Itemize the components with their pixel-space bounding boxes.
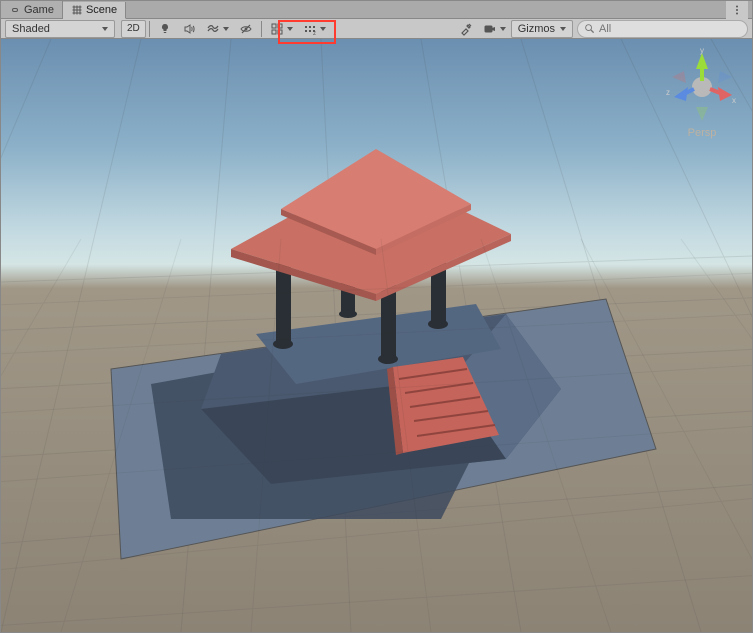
gizmos-label: Gizmos <box>518 23 555 35</box>
tabbar: Game Scene <box>1 1 752 19</box>
gizmos-dropdown[interactable]: Gizmos <box>511 20 573 38</box>
snap-icon: z <box>303 22 317 36</box>
tab-menu-button[interactable] <box>726 1 748 19</box>
shading-mode-label: Shaded <box>12 23 50 35</box>
sky-background <box>1 39 752 632</box>
search-icon <box>584 23 595 34</box>
2d-label: 2D <box>127 23 140 34</box>
search-field[interactable] <box>577 20 748 38</box>
snap-grid-icon <box>270 22 284 36</box>
chevron-down-icon <box>287 27 293 31</box>
hidden-toggle[interactable] <box>234 20 258 38</box>
menu-icon <box>731 4 743 16</box>
tab-game-label: Game <box>24 4 54 16</box>
tab-scene-label: Scene <box>86 4 117 16</box>
axis-x-label: x <box>732 96 736 105</box>
grid-snap-dropdown[interactable] <box>265 20 298 38</box>
audio-icon <box>182 22 196 36</box>
axis-y-label: y <box>700 47 704 55</box>
scene-window: Game Scene Shaded 2D <box>0 0 753 633</box>
chevron-down-icon <box>223 27 229 31</box>
camera-icon <box>483 22 497 36</box>
lighting-toggle[interactable] <box>153 20 177 38</box>
shading-mode-dropdown[interactable]: Shaded <box>5 20 115 38</box>
chevron-down-icon <box>560 27 566 31</box>
projection-label: Persp <box>662 127 742 139</box>
camera-dropdown[interactable] <box>478 20 511 38</box>
separator <box>261 21 262 37</box>
orientation-gizmo-svg: y x z <box>662 47 742 127</box>
hidden-icon <box>239 22 253 36</box>
snap-increment-dropdown[interactable]: z <box>298 20 331 38</box>
2d-toggle[interactable]: 2D <box>121 20 146 38</box>
tab-game[interactable]: Game <box>1 1 63 18</box>
tools-icon <box>459 22 473 36</box>
search-input[interactable] <box>599 23 741 35</box>
effects-icon <box>206 22 220 36</box>
chevron-down-icon <box>500 27 506 31</box>
grid-icon <box>71 4 83 16</box>
audio-toggle[interactable] <box>177 20 201 38</box>
svg-text:z: z <box>313 31 316 36</box>
chevron-down-icon <box>320 27 326 31</box>
tab-scene[interactable]: Scene <box>63 2 126 19</box>
scene-viewport[interactable]: y x z Persp <box>1 39 752 632</box>
axis-z-label: z <box>666 88 670 97</box>
separator <box>149 21 150 37</box>
link-icon <box>9 4 21 16</box>
effects-dropdown[interactable] <box>201 20 234 38</box>
light-icon <box>158 22 172 36</box>
tools-button[interactable] <box>454 20 478 38</box>
chevron-down-icon <box>102 27 108 31</box>
tab-options <box>726 1 752 18</box>
toolbar: Shaded 2D z <box>1 19 752 39</box>
orientation-gizmo[interactable]: y x z Persp <box>662 47 742 157</box>
